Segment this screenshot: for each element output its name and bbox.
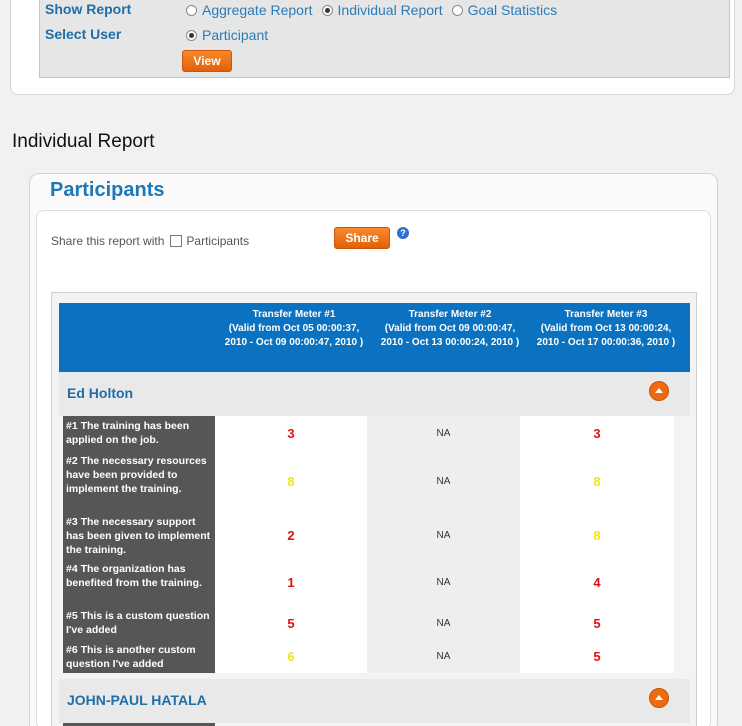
- cell-value: 1: [287, 575, 295, 590]
- cell-value: 3: [593, 426, 601, 441]
- panel-body: Share this report with Participants Shar…: [36, 210, 711, 726]
- share-checkbox-label: Participants: [186, 234, 250, 248]
- cell-value: 2: [287, 528, 295, 543]
- radio-label: Participant: [202, 27, 269, 43]
- participant-name: JOHN-PAUL HATALA: [67, 692, 207, 708]
- radio-button[interactable]: [451, 4, 463, 16]
- table-row: #6 This is another custom question I've …: [63, 640, 675, 673]
- column-title: Transfer Meter #2: [408, 309, 492, 320]
- value-cell: 2: [215, 512, 367, 559]
- radio-goal-statistics[interactable]: Goal Statistics: [451, 2, 558, 18]
- cell-value: NA: [436, 617, 451, 629]
- collapse-arrow-icon[interactable]: [649, 688, 669, 708]
- value-cell: 5: [520, 640, 674, 673]
- cell-value: 5: [593, 649, 601, 664]
- value-cell: 6: [215, 640, 367, 673]
- share-participants-checkbox[interactable]: [170, 235, 183, 247]
- collapse-arrow-icon[interactable]: [649, 381, 669, 401]
- cell-value: NA: [436, 428, 451, 439]
- table-row: #5 This is a custom question I've added …: [63, 606, 675, 640]
- report-title: Individual Report: [12, 131, 155, 152]
- cell-value: 5: [287, 615, 295, 631]
- value-cell: 3: [215, 416, 367, 451]
- value-cell: NA: [367, 512, 520, 559]
- select-user-label: Select User: [45, 26, 122, 42]
- filter-box: Show Report Select User Aggregate Report…: [39, 0, 730, 78]
- radio-label: Individual Report: [337, 2, 443, 18]
- column-title: Transfer Meter #1: [252, 309, 336, 320]
- radio-button[interactable]: [186, 29, 197, 41]
- question-label: #4 The organization has benefited from t…: [63, 559, 215, 606]
- report-table: Transfer Meter #1 (Valid from Oct 05 00:…: [51, 292, 697, 726]
- radio-participant[interactable]: Participant: [186, 27, 268, 43]
- table-row: #3 The necessary support has been given …: [63, 512, 675, 559]
- filter-card: Show Report Select User Aggregate Report…: [10, 0, 735, 95]
- column-title: Transfer Meter #3: [564, 309, 648, 320]
- table-row: #4 The organization has benefited from t…: [63, 559, 675, 606]
- radio-aggregate-report[interactable]: Aggregate Report: [186, 2, 313, 18]
- question-label: #1 The training has been applied on the …: [63, 416, 215, 451]
- radio-button[interactable]: [321, 4, 333, 16]
- value-cell: 3: [520, 416, 674, 451]
- radio-individual-report[interactable]: Individual Report: [321, 2, 443, 18]
- question-label: #5 This is a custom question I've added: [63, 606, 215, 640]
- value-cell: 1: [215, 559, 367, 606]
- value-cell: NA: [367, 559, 520, 606]
- column-validity: (Valid from Oct 09 00:00:47, 2010 - Oct …: [380, 323, 520, 348]
- cell-value: 8: [593, 528, 601, 543]
- value-cell: 8: [215, 451, 367, 512]
- radio-label: Aggregate Report: [202, 2, 313, 18]
- question-label: #2 The necessary resources have been pro…: [63, 451, 215, 512]
- column-validity: (Valid from Oct 13 00:00:24, 2010 - Oct …: [536, 323, 676, 348]
- participants-panel: Participants Share this report with Part…: [29, 173, 718, 726]
- value-cell: 8: [520, 451, 674, 512]
- value-cell: 5: [520, 606, 674, 640]
- value-cell: 8: [520, 512, 674, 559]
- view-button[interactable]: View: [182, 50, 232, 72]
- value-cell: NA: [367, 416, 520, 451]
- column-header: Transfer Meter #2 (Valid from Oct 09 00:…: [375, 308, 525, 350]
- value-cell: 5: [215, 606, 367, 640]
- show-report-label: Show Report: [45, 1, 132, 17]
- cell-value: 4: [593, 575, 601, 590]
- cell-value: NA: [436, 577, 451, 588]
- participant-group-header[interactable]: Ed Holton: [59, 372, 690, 416]
- help-icon[interactable]: ?: [397, 227, 409, 239]
- panel-title: Participants: [50, 179, 165, 201]
- column-header: Transfer Meter #1 (Valid from Oct 05 00:…: [219, 308, 369, 350]
- value-cell: 4: [520, 559, 674, 606]
- share-label: Share this report with: [51, 234, 165, 248]
- radio-button[interactable]: [186, 4, 197, 16]
- question-label: #3 The necessary support has been given …: [63, 512, 215, 559]
- share-row: Share this report with Participants: [51, 234, 249, 248]
- cell-value: NA: [436, 530, 451, 541]
- column-header: Transfer Meter #3 (Valid from Oct 13 00:…: [531, 308, 681, 350]
- table-header: Transfer Meter #1 (Valid from Oct 05 00:…: [59, 303, 690, 372]
- radio-label: Goal Statistics: [467, 2, 558, 18]
- column-validity: (Valid from Oct 05 00:00:37, 2010 - Oct …: [224, 323, 364, 348]
- cell-value: 8: [287, 474, 295, 489]
- participant-name: Ed Holton: [67, 385, 134, 401]
- participant-group-header[interactable]: JOHN-PAUL HATALA: [59, 679, 690, 723]
- cell-value: 6: [287, 649, 295, 664]
- table-row: #2 The necessary resources have been pro…: [63, 451, 675, 512]
- value-cell: NA: [367, 606, 520, 640]
- question-label: #6 This is another custom question I've …: [63, 640, 215, 673]
- value-cell: NA: [367, 640, 520, 673]
- value-cell: NA: [367, 451, 520, 512]
- report-type-radio-group: Aggregate Report Individual Report Goal …: [186, 2, 566, 18]
- table-row: #1 The training has been applied on the …: [63, 416, 675, 451]
- cell-value: NA: [436, 476, 451, 487]
- cell-value: 3: [287, 426, 295, 441]
- cell-value: 8: [593, 474, 601, 489]
- cell-value: 5: [593, 615, 601, 631]
- user-type-radio-group: Participant: [186, 27, 277, 43]
- share-button[interactable]: Share: [334, 227, 390, 249]
- cell-value: NA: [436, 651, 451, 662]
